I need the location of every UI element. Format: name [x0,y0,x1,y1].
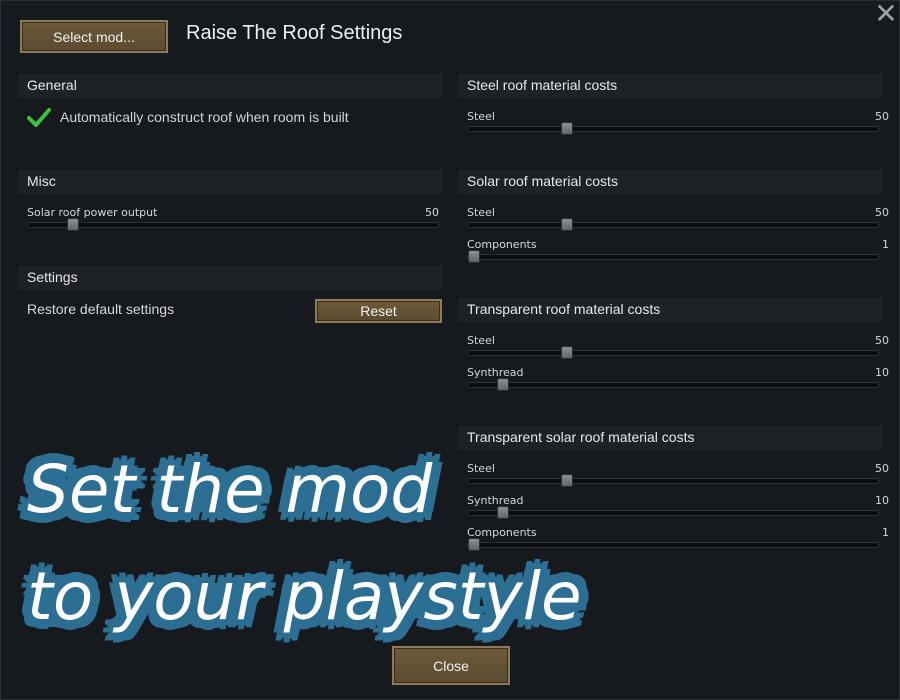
solar-power-slider-thumb[interactable] [67,218,80,231]
checkmark-icon [27,108,51,127]
solar-roof-components-slider[interactable] [467,250,879,263]
section-header-settings: Settings [18,266,443,290]
steel-roof-steel-slider[interactable] [467,122,879,135]
transparent-solar-roof-steel-slider-thumb[interactable] [560,474,573,487]
transparent-roof-steel-label: Steel [467,334,495,347]
transparent-solar-roof-synthread-value: 10 [875,494,889,507]
transparent-roof-synthread-slider-thumb[interactable] [497,378,510,391]
section-header-transparent-solar-roof: Transparent solar roof material costs [458,426,883,450]
steel-roof-steel-value: 50 [875,110,889,123]
settings-window: Select mod... Raise The Roof Settings ✕ … [0,0,900,700]
transparent-solar-roof-steel-value: 50 [875,462,889,475]
transparent-solar-roof-synthread-slider-thumb[interactable] [497,506,510,519]
transparent-solar-roof-steel-slider[interactable] [467,474,879,487]
steel-roof-steel-label: Steel [467,110,495,123]
solar-roof-steel-value: 50 [875,206,889,219]
solar-power-slider[interactable] [27,218,439,231]
reset-button[interactable]: Reset [315,299,442,323]
steel-roof-steel-slider-thumb[interactable] [560,122,573,135]
section-header-general: General [18,74,443,98]
transparent-roof-steel-slider-thumb[interactable] [560,346,573,359]
solar-roof-steel-label: Steel [467,206,495,219]
select-mod-button[interactable]: Select mod... [20,20,168,53]
section-header-steel-roof: Steel roof material costs [458,74,883,98]
close-button[interactable]: Close [392,646,510,685]
transparent-roof-steel-slider[interactable] [467,346,879,359]
transparent-solar-roof-components-slider-thumb[interactable] [468,538,480,551]
section-header-misc: Misc [18,170,443,194]
section-header-transparent-roof: Transparent roof material costs [458,298,883,322]
transparent-roof-synthread-value: 10 [875,366,889,379]
solar-roof-components-slider-thumb[interactable] [468,250,480,263]
solar-roof-components-value: 1 [882,238,889,251]
solar-roof-steel-slider[interactable] [467,218,879,231]
close-x-icon[interactable]: ✕ [874,0,898,28]
solar-roof-steel-slider-thumb[interactable] [560,218,573,231]
transparent-solar-roof-components-value: 1 [882,526,889,539]
promo-line-2: to your playstyle [27,558,582,635]
promo-line-1: Set the mod [27,451,433,528]
restore-defaults-label: Restore default settings [27,301,175,317]
transparent-roof-steel-value: 50 [875,334,889,347]
transparent-roof-synthread-label: Synthread [467,366,524,379]
transparent-solar-roof-synthread-label: Synthread [467,494,524,507]
section-header-solar-roof: Solar roof material costs [458,170,883,194]
auto-construct-toggle[interactable]: Automatically construct roof when room i… [27,107,349,127]
transparent-solar-roof-synthread-slider[interactable] [467,506,879,519]
transparent-roof-synthread-slider[interactable] [467,378,879,391]
transparent-solar-roof-steel-label: Steel [467,462,495,475]
auto-construct-label: Automatically construct roof when room i… [60,109,349,125]
solar-power-label: Solar roof power output [27,206,158,219]
solar-power-value: 50 [425,206,439,219]
transparent-solar-roof-components-slider[interactable] [467,538,879,551]
window-title: Raise The Roof Settings [186,22,403,44]
